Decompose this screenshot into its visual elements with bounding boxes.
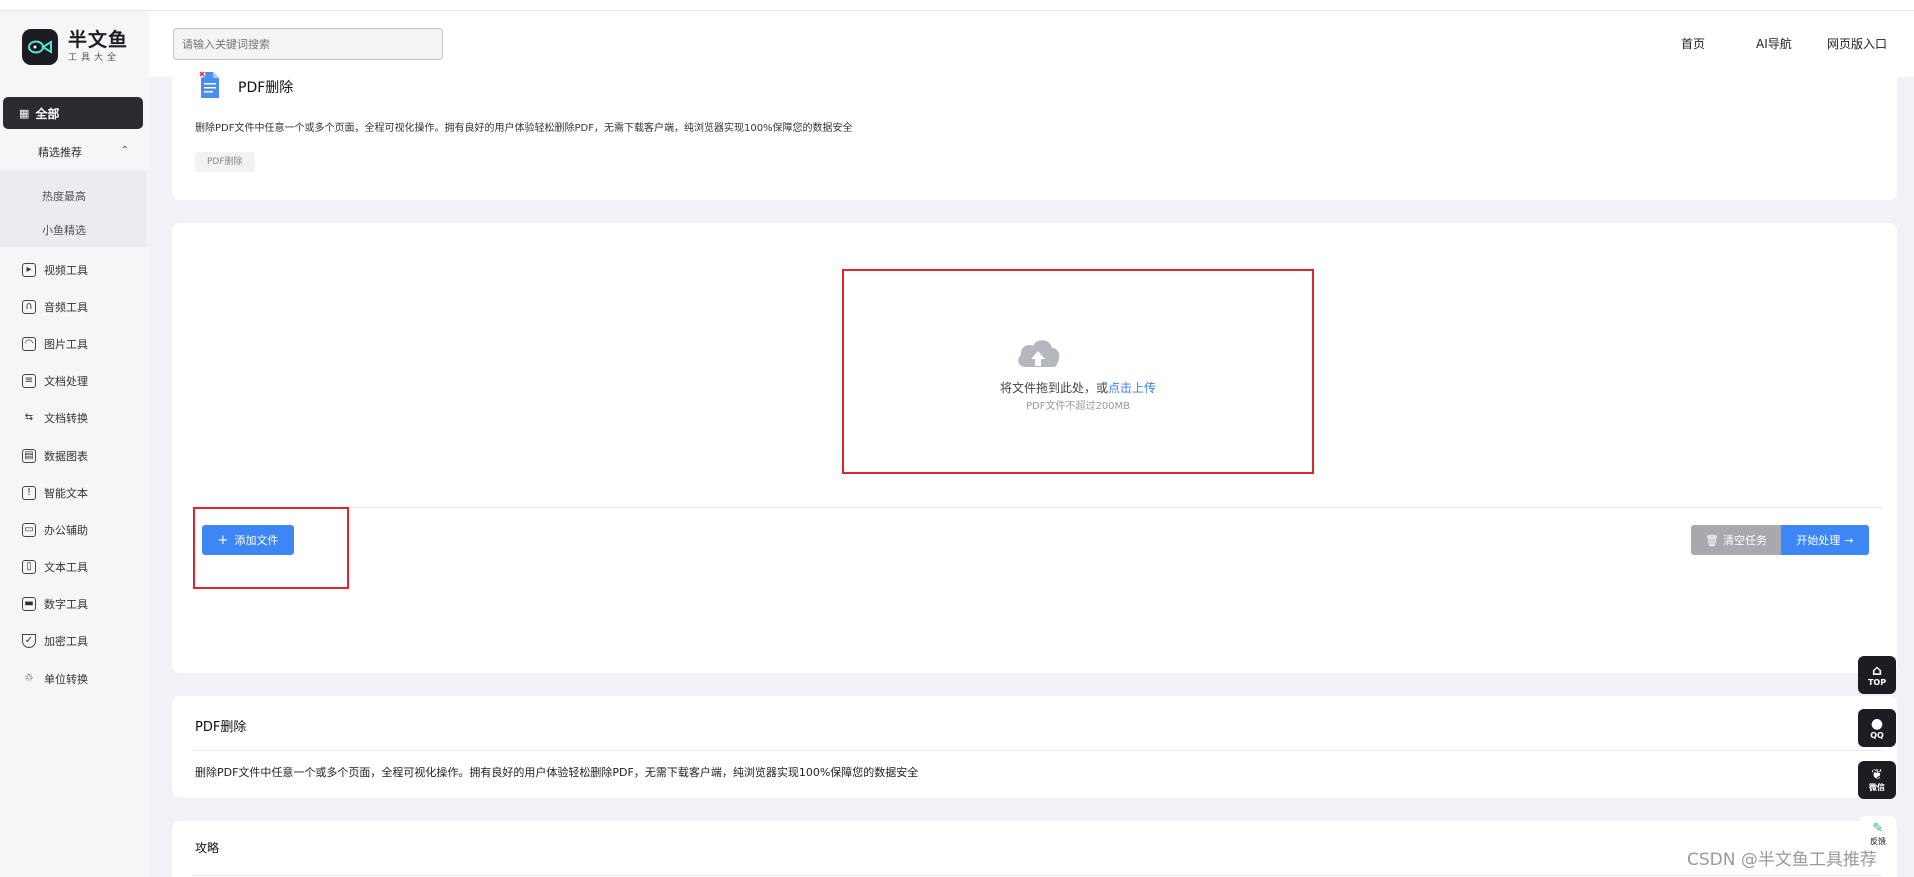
sidebar-item-label: 办公辅助 xyxy=(44,523,88,537)
chevron-up-icon: ⌃ xyxy=(120,145,129,156)
sidebar-item-image[interactable]: ◠ 图片工具 xyxy=(0,325,149,362)
strategy-title: 攻略 xyxy=(195,841,220,855)
start-processing-label: 开始处理 xyxy=(1796,534,1841,547)
divider xyxy=(192,750,1882,751)
sidebar-item-label: 音频工具 xyxy=(44,300,88,314)
table-icon: ▤ xyxy=(22,448,36,463)
description-card: PDF删除 删除PDF文件中任意一个或多个页面，全程可视化操作。拥有良好的用户体… xyxy=(172,696,1897,798)
document-icon: ≡ xyxy=(22,374,36,389)
sidebar-item-label: 文本工具 xyxy=(44,561,88,575)
sidebar-item-label: 全部 xyxy=(35,106,60,121)
qq-label: QQ xyxy=(1870,730,1884,740)
logo[interactable]: 半文鱼 工具大全 xyxy=(22,25,152,69)
divider xyxy=(192,507,1882,508)
sidebar-item-label: 数字工具 xyxy=(44,598,88,612)
shield-icon: ✓ xyxy=(22,634,36,649)
watermark: CSDN @半文鱼工具推荐 xyxy=(1687,850,1877,870)
pdf-delete-icon xyxy=(198,70,220,100)
nav-web-entry-link[interactable]: 网页版入口 xyxy=(1827,35,1887,52)
wechat-icon: ❦ xyxy=(1871,766,1883,783)
sidebar-subitem-hot[interactable]: 热度最高 xyxy=(42,188,86,204)
cloud-upload-icon xyxy=(1014,333,1062,373)
description-title: PDF删除 xyxy=(195,720,247,735)
sidebar-item-label: 单位转换 xyxy=(44,672,88,686)
sidebar-subitem-picks[interactable]: 小鱼精选 xyxy=(42,222,86,238)
header: 首页 AI导航 网页版入口 xyxy=(149,11,1914,77)
nav-home-link[interactable]: 首页 xyxy=(1681,35,1705,52)
feedback-icon: ✎ xyxy=(1872,821,1884,836)
upload-hint: PDF文件不超过200MB xyxy=(1025,401,1131,412)
trash-icon: 🗑 xyxy=(1705,533,1719,547)
back-to-top-button[interactable]: ⌂ TOP xyxy=(1858,656,1896,694)
plus-icon: + xyxy=(217,532,229,548)
sidebar-item-office[interactable]: ▭ 办公辅助 xyxy=(0,511,149,548)
brand-name: 半文鱼 xyxy=(68,29,129,51)
briefcase-icon: ▭ xyxy=(22,522,36,537)
clear-tasks-button[interactable]: 🗑 清空任务 xyxy=(1691,525,1781,555)
sidebar-item-label: 图片工具 xyxy=(44,337,88,351)
wechat-button[interactable]: ❦ 微信 xyxy=(1858,761,1896,799)
image-icon: ◠ xyxy=(22,336,36,351)
qq-button[interactable]: ● QQ xyxy=(1858,709,1896,747)
sidebar-item-digital[interactable]: ▬ 数字工具 xyxy=(0,586,149,623)
tool-title: PDF删除 xyxy=(238,80,294,96)
video-icon: ▸ xyxy=(22,262,36,277)
upload-card: 将文件拖到此处，或点击上传 PDF文件不超过200MB + 添加文件 🗑 清空任… xyxy=(172,223,1897,673)
sidebar-item-label: 智能文本 xyxy=(44,486,88,500)
clear-tasks-label: 清空任务 xyxy=(1722,534,1767,547)
sidebar-item-label: 文档处理 xyxy=(44,375,88,389)
sidebar-item-crypto[interactable]: ✓ 加密工具 xyxy=(0,623,149,660)
back-to-top-label: TOP xyxy=(1867,677,1887,687)
sidebar-nav-list: ▸ 视频工具 ∩ 音频工具 ◠ 图片工具 ≡ 文档处理 ⇆ 文档转换 ▤ 数据图表 ! 智能文… xyxy=(0,251,149,697)
tool-description: 删除PDF文件中任意一个或多个页面，全程可视化操作。拥有良好的用户体验轻松删除P… xyxy=(195,123,853,134)
tool-info-card: PDF删除 删除PDF文件中任意一个或多个页面，全程可视化操作。拥有良好的用户体… xyxy=(172,70,1897,200)
drop-text: 将文件拖到此处，或点击上传 xyxy=(844,379,1312,396)
sidebar-item-ai-text[interactable]: ! 智能文本 xyxy=(0,474,149,511)
click-upload-link[interactable]: 点击上传 xyxy=(1108,381,1156,395)
sidebar-item-chart[interactable]: ▤ 数据图表 xyxy=(0,437,149,474)
sidebar: 半文鱼 工具大全 ▦ 全部 精选推荐 ⌃ 热度最高 小鱼精选 ▸ 视频工具 ∩ 音频… xyxy=(0,11,149,877)
qq-icon: ● xyxy=(1870,715,1884,732)
sidebar-subitems: 热度最高 小鱼精选 xyxy=(0,170,147,247)
add-file-label: 添加文件 xyxy=(234,534,279,547)
sidebar-item-convert[interactable]: ⇆ 文档转换 xyxy=(0,400,149,437)
ai-text-icon: ! xyxy=(22,485,36,500)
chevron-up-icon: ⌂ xyxy=(1871,662,1883,679)
sidebar-item-audio[interactable]: ∩ 音频工具 xyxy=(0,288,149,325)
start-processing-button[interactable]: 开始处理 → xyxy=(1781,525,1869,555)
sidebar-item-label: 加密工具 xyxy=(44,635,88,649)
brand-subtitle: 工具大全 xyxy=(68,53,121,63)
strategy-card: 攻略 xyxy=(172,821,1897,877)
add-file-button[interactable]: + 添加文件 xyxy=(202,525,294,555)
sidebar-item-video[interactable]: ▸ 视频工具 xyxy=(0,251,149,288)
sidebar-item-unit[interactable]: ♲ 单位转换 xyxy=(0,660,149,697)
tool-tag[interactable]: PDF删除 xyxy=(195,152,255,172)
top-border xyxy=(0,0,1914,11)
sidebar-group-featured[interactable]: 精选推荐 ⌃ xyxy=(0,137,149,167)
search-input[interactable] xyxy=(173,28,443,60)
upload-dropzone[interactable]: 将文件拖到此处，或点击上传 PDF文件不超过200MB xyxy=(842,269,1314,474)
monitor-icon: ▬ xyxy=(22,597,36,612)
clipboard-icon: ▯ xyxy=(22,560,36,575)
sidebar-item-label: 数据图表 xyxy=(44,449,88,463)
sidebar-item-label: 视频工具 xyxy=(44,263,88,277)
recycle-icon: ♲ xyxy=(24,672,34,684)
convert-icon: ⇆ xyxy=(24,412,34,424)
headphones-icon: ∩ xyxy=(22,299,36,314)
wechat-label: 微信 xyxy=(1869,782,1885,792)
sidebar-group-label: 精选推荐 xyxy=(38,146,82,159)
fish-logo-icon xyxy=(22,29,58,65)
sidebar-item-label: 文档转换 xyxy=(44,412,88,426)
nav-ai-link[interactable]: AI导航 xyxy=(1756,35,1792,52)
sidebar-item-all[interactable]: ▦ 全部 xyxy=(3,97,143,129)
divider xyxy=(192,875,1882,876)
grid-icon: ▦ xyxy=(19,106,30,120)
arrow-right-icon: → xyxy=(1844,533,1854,547)
drop-instruction: 将文件拖到此处，或 xyxy=(999,381,1108,395)
sidebar-item-text[interactable]: ▯ 文本工具 xyxy=(0,549,149,586)
description-text: 删除PDF文件中任意一个或多个页面，全程可视化操作。拥有良好的用户体验轻松删除P… xyxy=(195,766,919,779)
sidebar-item-doc[interactable]: ≡ 文档处理 xyxy=(0,363,149,400)
